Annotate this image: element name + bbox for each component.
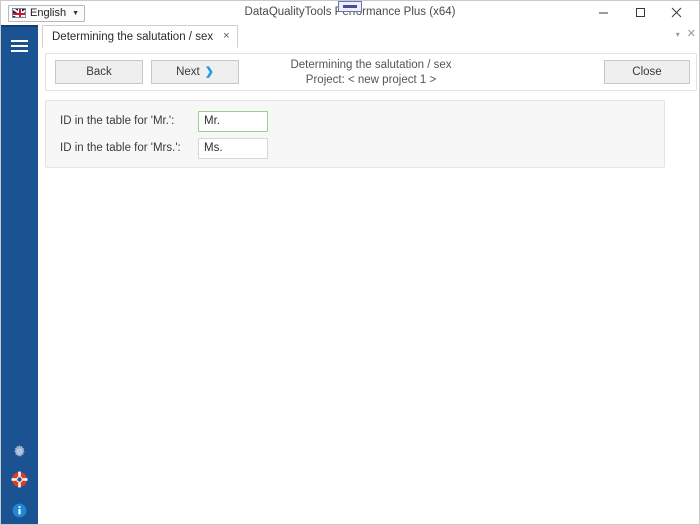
- back-button-label: Back: [86, 66, 112, 78]
- form-row: ID in the table for 'Mrs.':: [46, 137, 268, 159]
- maximize-button[interactable]: [624, 1, 657, 23]
- wizard-nav-panel: Back Next ❯ Determining the salutation /…: [45, 53, 697, 91]
- sidebar-item-settings[interactable]: [1, 438, 38, 464]
- close-window-button[interactable]: [660, 1, 693, 23]
- mrs-id-label: ID in the table for 'Mrs.':: [60, 142, 181, 154]
- back-button[interactable]: Back: [55, 60, 143, 84]
- page-title-line1: Determining the salutation / sex: [290, 59, 452, 71]
- mr-id-label: ID in the table for 'Mr.':: [60, 115, 175, 127]
- sidebar-item-info[interactable]: [1, 497, 38, 523]
- language-label: English: [30, 7, 67, 19]
- life-ring-support-icon: [11, 471, 28, 487]
- title-bar: English ▼ DataQualityTools Performance P…: [1, 1, 699, 25]
- close-button[interactable]: Close: [604, 60, 690, 84]
- chevron-down-icon: ▼: [72, 9, 80, 17]
- next-button-label: Next: [176, 66, 200, 78]
- left-sidebar: [1, 25, 38, 524]
- close-button-label: Close: [632, 66, 662, 78]
- tab-bar-actions: ▾ ✕: [676, 29, 696, 40]
- close-icon: [671, 7, 682, 17]
- tab-label: Determining the salutation / sex: [52, 30, 214, 43]
- minimize-button[interactable]: [587, 1, 620, 23]
- salutation-form-panel: ID in the table for 'Mr.': ID in the tab…: [45, 100, 665, 168]
- sidebar-item-support[interactable]: [1, 466, 38, 492]
- page-title-line2: Project: < new project 1 >: [305, 74, 437, 86]
- language-selector-dropdown[interactable]: English ▼: [8, 4, 86, 22]
- close-icon[interactable]: ✕: [687, 29, 696, 40]
- info-circle-icon: [12, 503, 27, 517]
- tab-bar: Determining the salutation / sex × ▾ ✕: [38, 25, 699, 49]
- form-row: ID in the table for 'Mr.':: [46, 110, 268, 132]
- mrs-id-input[interactable]: [198, 137, 268, 159]
- maximize-icon: [636, 7, 645, 17]
- page-title: Determining the salutation / sex Project…: [46, 58, 696, 88]
- application-window: English ▼ DataQualityTools Performance P…: [0, 0, 700, 525]
- minimize-icon: [599, 12, 608, 13]
- tab-close-icon[interactable]: ×: [223, 31, 229, 42]
- window-restore-handle[interactable]: [338, 1, 362, 12]
- mr-id-input[interactable]: [198, 110, 268, 132]
- main-content: Back Next ❯ Determining the salutation /…: [38, 48, 699, 524]
- settings-gear-icon: [14, 444, 25, 457]
- hamburger-menu-button[interactable]: [1, 31, 38, 61]
- chevron-right-icon: ❯: [204, 65, 214, 78]
- tab-determining-salutation[interactable]: Determining the salutation / sex ×: [42, 25, 238, 48]
- chevron-down-icon[interactable]: ▾: [676, 30, 680, 39]
- next-button[interactable]: Next ❯: [151, 60, 239, 84]
- uk-flag-icon: [12, 8, 26, 18]
